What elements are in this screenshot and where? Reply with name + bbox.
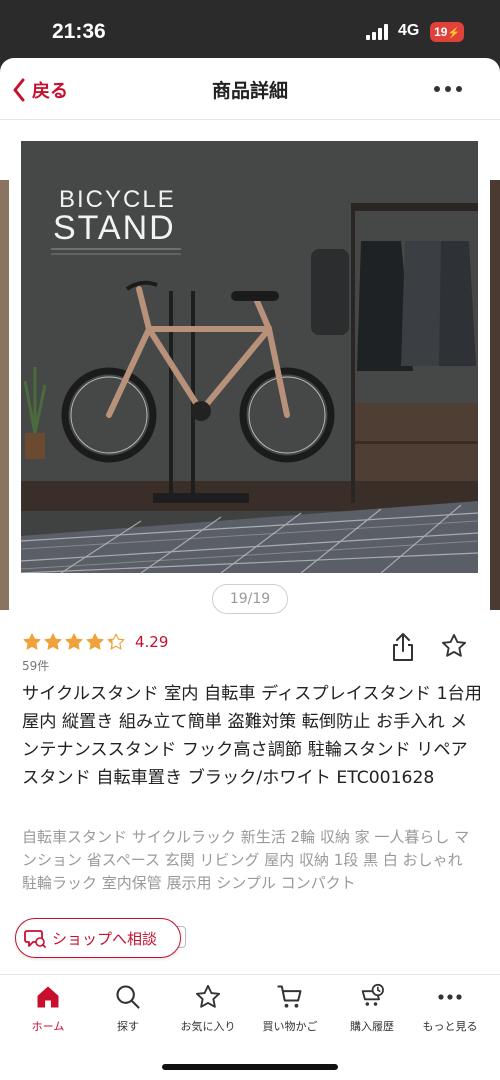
cart-icon (277, 985, 302, 1008)
history-icon (361, 983, 384, 1006)
shop-consult-button[interactable]: ショップへ相談 (15, 918, 181, 958)
tab-home-label: ホーム (31, 1020, 65, 1033)
tab-search[interactable]: 探す (88, 982, 168, 1034)
tab-cart[interactable]: 買い物かご (250, 982, 330, 1034)
product-title: サイクルスタンド 室内 自転車 ディスプレイスタンド 1台用 屋内 縦置き 組み… (22, 684, 482, 788)
favorite-star-icon[interactable] (440, 632, 468, 660)
page-title: 商品詳細 (211, 80, 288, 102)
tab-history-label: 購入履歴 (350, 1020, 394, 1033)
signal-icon (366, 24, 392, 40)
tab-favorites-label: お気に入り (180, 1020, 236, 1033)
status-bar: 21:36 4G 19⚡ (0, 0, 500, 58)
tab-favorites[interactable]: お気に入り (168, 982, 248, 1034)
next-image-peek[interactable] (490, 180, 500, 610)
chat-icon (24, 930, 46, 948)
rating-star-icon (44, 633, 62, 650)
battery-icon: 19⚡ (430, 22, 464, 42)
tab-history[interactable]: 購入履歴 (332, 982, 412, 1034)
tab-search-label: 探す (117, 1020, 139, 1033)
status-time: 21:36 (52, 20, 106, 43)
rating-star-icon (65, 633, 83, 650)
nav-bar: 戻る 商品詳細 (0, 58, 500, 120)
product-detail-sheet: 戻る 商品詳細 BICYCLE STAND 19/19 4.29 59件 サイク… (0, 58, 500, 1080)
image-title-line2: STAND (53, 209, 176, 247)
tab-home[interactable]: ホーム (8, 982, 88, 1034)
more-icon (438, 994, 462, 1000)
rating-star-icon (107, 633, 125, 650)
shop-consult-label: ショップへ相談 (52, 929, 158, 948)
share-icon[interactable] (390, 632, 416, 662)
rating[interactable]: 4.29 (22, 630, 168, 654)
home-indicator[interactable] (162, 1064, 338, 1070)
tab-more[interactable]: もっと見る (410, 982, 490, 1034)
rating-value: 4.29 (135, 633, 169, 651)
review-count[interactable]: 59件 (22, 657, 49, 674)
battery-level: 19 (434, 25, 448, 39)
product-tags: 自転車スタンド サイクルラック 新生活 2輪 収納 家 一人暮らし マンション … (22, 828, 470, 892)
tab-more-label: もっと見る (422, 1020, 478, 1033)
rating-stars (22, 632, 127, 652)
home-icon (37, 986, 59, 1008)
network-type: 4G (398, 22, 420, 39)
rating-star-icon (23, 633, 41, 650)
search-icon (116, 985, 140, 1009)
product-image[interactable]: BICYCLE STAND (21, 141, 478, 573)
more-options-icon[interactable] (434, 86, 464, 96)
phone-screen: 21:36 4G 19⚡ 戻る 商品詳細 BICYCLE STAND 19/19… (0, 0, 500, 1080)
prev-image-peek[interactable] (0, 180, 9, 610)
image-counter: 19/19 (212, 584, 288, 614)
star-icon (195, 984, 221, 1008)
tab-cart-label: 買い物かご (262, 1020, 318, 1033)
rating-star-icon (86, 633, 104, 650)
